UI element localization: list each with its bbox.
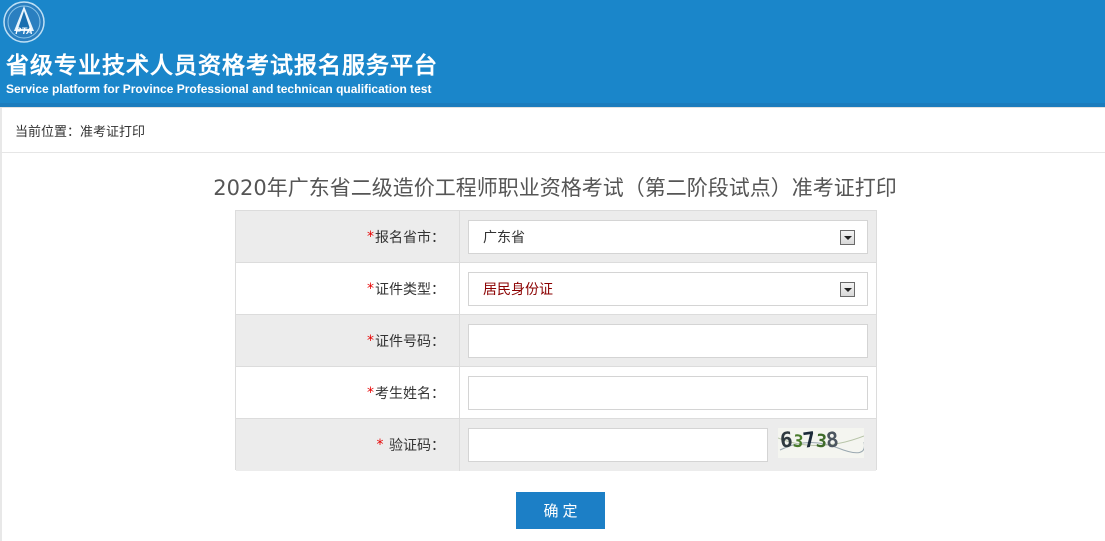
- form-row-id-number: * 证件号码：: [236, 315, 876, 367]
- captcha-digits: 63738: [779, 428, 841, 453]
- id-number-cell: [460, 315, 876, 366]
- site-header: PTA 省级专业技术人员资格考试报名服务平台 Service platform …: [0, 0, 1105, 103]
- captcha-cell: 63738: [460, 419, 876, 471]
- captcha-image[interactable]: 63738: [778, 428, 864, 458]
- captcha-label: * 验证码：: [236, 419, 460, 471]
- id-type-label: * 证件类型：: [236, 263, 460, 314]
- province-select[interactable]: 广东省: [468, 220, 868, 254]
- platform-subtitle: Service platform for Province Profession…: [6, 82, 432, 96]
- required-mark: *: [367, 384, 374, 401]
- province-cell: 广东省: [460, 211, 876, 262]
- form-row-id-type: * 证件类型： 居民身份证: [236, 263, 876, 315]
- dropdown-arrow-icon[interactable]: [840, 282, 855, 297]
- id-number-input[interactable]: [468, 324, 868, 358]
- candidate-name-input[interactable]: [468, 376, 868, 410]
- id-type-cell: 居民身份证: [460, 263, 876, 314]
- province-selected-value: 广东省: [483, 230, 525, 246]
- page-title: 2020年广东省二级造价工程师职业资格考试（第二阶段试点）准考证打印: [213, 176, 897, 200]
- platform-title: 省级专业技术人员资格考试报名服务平台: [6, 53, 438, 79]
- header-shadow-line: [0, 107, 1105, 108]
- required-mark: *: [376, 437, 384, 453]
- candidate-name-label: * 考生姓名：: [236, 367, 460, 418]
- logo-text: PTA: [15, 26, 32, 36]
- submit-button[interactable]: 确定: [516, 492, 605, 529]
- id-type-select[interactable]: 居民身份证: [468, 272, 868, 306]
- pta-logo-icon: PTA: [3, 1, 45, 43]
- candidate-name-cell: [460, 367, 876, 418]
- form-row-candidate-name: * 考生姓名：: [236, 367, 876, 419]
- breadcrumb-divider: [0, 152, 1105, 153]
- captcha-input[interactable]: [468, 428, 768, 462]
- required-mark: *: [367, 228, 374, 245]
- id-number-label: * 证件号码：: [236, 315, 460, 366]
- required-mark: *: [367, 332, 374, 349]
- id-type-selected-value: 居民身份证: [483, 282, 553, 298]
- form-row-captcha: * 验证码： 63738: [236, 419, 876, 471]
- required-mark: *: [367, 280, 374, 297]
- form-row-province: * 报名省市： 广东省: [236, 211, 876, 263]
- province-label: * 报名省市：: [236, 211, 460, 262]
- admission-ticket-form: * 报名省市： 广东省 * 证件类型： 居民身份证 * 证件号码： * 考生姓名…: [235, 210, 877, 471]
- breadcrumb: 当前位置：准考证打印: [15, 125, 146, 140]
- dropdown-arrow-icon[interactable]: [840, 230, 855, 245]
